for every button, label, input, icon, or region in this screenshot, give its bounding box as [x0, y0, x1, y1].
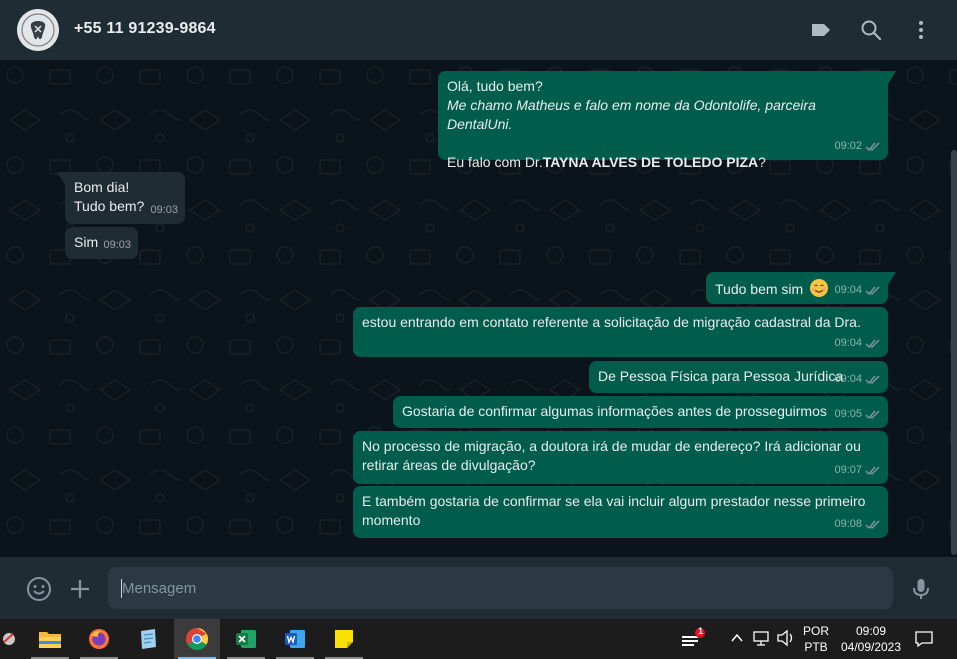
double-check-icon [865, 339, 880, 349]
clock-time: 09:09 [855, 624, 887, 638]
windows-taskbar: 1 POR PTB 09:09 04/09/2023 [0, 619, 957, 659]
search-icon[interactable] [859, 18, 883, 42]
message-time: 09:04 [834, 284, 862, 296]
message-text: retirar áreas de divulgação? [362, 457, 536, 473]
message-text: Gostaria de confirmar algumas informaçõe… [402, 403, 827, 419]
message-bubble-outgoing[interactable]: Tudo bem sim 09:04 [706, 272, 896, 304]
volume-icon[interactable] [776, 629, 796, 652]
message-meta: 09:04 [834, 370, 881, 389]
taskbar-file-explorer-icon[interactable] [27, 619, 73, 659]
message-time: 09:02 [834, 140, 862, 152]
message-composer [0, 557, 957, 619]
message-time: 09:03 [103, 239, 131, 251]
network-icon[interactable] [752, 629, 770, 652]
double-check-icon [865, 466, 880, 476]
message-meta: 09:08 [834, 515, 881, 534]
message-meta: 09:03 [103, 236, 131, 255]
message-meta: 09:05 [834, 405, 881, 424]
double-check-icon [865, 286, 880, 296]
message-text: estou entrando em contato referente a so… [362, 314, 861, 330]
message-time: 09:03 [150, 204, 178, 216]
message-meta: 09:04 [834, 334, 881, 353]
clock[interactable]: 09:09 04/09/2023 [838, 623, 904, 655]
message-text: E também gostaria de confirmar se ela va… [362, 493, 866, 509]
notification-count: 1 [697, 626, 703, 636]
message-text: Eu falo com Dr.TAYNA ALVES DE TOLEDO PIZ… [447, 154, 766, 170]
message-bubble-outgoing[interactable]: Gostaria de confirmar algumas informaçõe… [393, 396, 888, 428]
smiling-face-emoji-icon [810, 279, 829, 297]
bubble-tail [888, 71, 896, 84]
tray-expand-icon[interactable] [730, 631, 744, 650]
message-bubble-outgoing[interactable]: No processo de migração, a doutora irá d… [353, 431, 888, 484]
message-bubble-incoming[interactable]: Bom dia! Tudo bem? 09:03 [57, 172, 185, 224]
bubble-tail [888, 272, 896, 285]
emoji-icon[interactable] [26, 576, 52, 602]
message-time: 09:08 [834, 518, 862, 530]
message-time: 09:04 [834, 337, 862, 349]
avatar[interactable] [17, 9, 59, 51]
action-center-icon[interactable] [914, 629, 934, 654]
language-indicator[interactable]: POR PTB [800, 623, 832, 655]
taskbar-chrome-icon[interactable] [174, 619, 220, 659]
message-meta: 09:07 [834, 461, 881, 480]
contact-name[interactable]: +55 11 91239-9864 [74, 20, 216, 38]
label-icon[interactable] [809, 18, 833, 42]
message-text: Me chamo Matheus e falo em nome da Odont… [447, 97, 816, 132]
double-check-icon [865, 375, 880, 385]
message-list[interactable]: Olá, tudo bem? Me chamo Matheus e falo e… [0, 60, 957, 557]
double-check-icon [865, 410, 880, 420]
taskbar-firefox-icon[interactable] [76, 619, 122, 659]
message-time: 09:07 [834, 464, 862, 476]
text-caret [121, 579, 122, 598]
message-bubble-incoming[interactable]: Sim 09:03 [65, 227, 138, 259]
double-check-icon [865, 520, 880, 530]
message-text: momento [362, 512, 421, 528]
message-time: 09:04 [834, 373, 862, 385]
message-bubble-outgoing[interactable]: E também gostaria de confirmar se ela va… [353, 486, 888, 538]
bubble-tail [57, 172, 65, 185]
notification-tray-icon[interactable]: 1 [680, 626, 706, 651]
message-meta: 09:03 [150, 201, 178, 220]
message-bubble-outgoing[interactable]: Olá, tudo bem? Me chamo Matheus e falo e… [438, 71, 896, 170]
message-meta: 09:04 [834, 281, 881, 300]
message-text: Bom dia! [74, 179, 130, 195]
taskbar-app-partial[interactable] [0, 619, 22, 659]
chat-scrollbar[interactable] [951, 150, 957, 555]
message-bubble-outgoing[interactable]: estou entrando em contato referente a so… [353, 307, 888, 357]
double-check-icon [865, 142, 880, 152]
menu-icon[interactable] [909, 18, 933, 42]
message-bubble-outgoing[interactable]: De Pessoa Física para Pessoa Jurídica 09… [589, 361, 888, 393]
attach-plus-icon[interactable] [67, 576, 93, 602]
message-meta: 09:02 [834, 137, 881, 156]
message-input[interactable] [108, 567, 893, 609]
message-time: 09:05 [834, 408, 862, 420]
message-text: No processo de migração, a doutora irá d… [362, 438, 861, 454]
taskbar-excel-icon[interactable] [223, 619, 269, 659]
taskbar-sticky-notes-icon[interactable] [321, 619, 367, 659]
message-text: Olá, tudo bem? [447, 78, 543, 94]
taskbar-notes-icon[interactable] [125, 619, 171, 659]
clock-date: 04/09/2023 [840, 640, 902, 654]
taskbar-word-icon[interactable] [272, 619, 318, 659]
avatar-logo-icon [17, 9, 59, 51]
microphone-icon[interactable] [908, 576, 934, 602]
whatsapp-window: +55 11 91239-9864 Olá, tudo bem? Me cham… [0, 0, 957, 659]
chat-header: +55 11 91239-9864 [0, 0, 957, 60]
